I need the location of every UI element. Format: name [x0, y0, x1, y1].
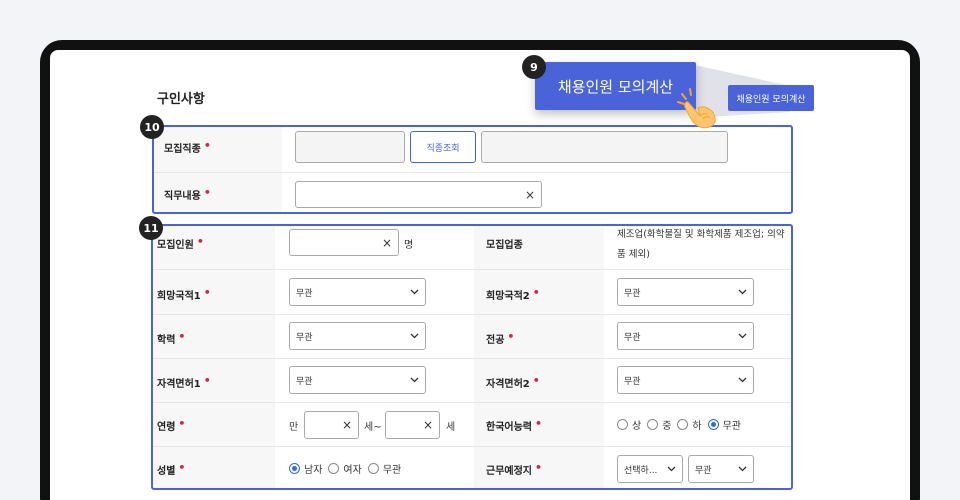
- license2-label: 자격면허2 •: [486, 374, 540, 390]
- section-title: 구인사항: [157, 92, 205, 107]
- workplace-region-select[interactable]: 선택하...: [617, 455, 683, 483]
- step-badge-9: 9: [522, 55, 546, 79]
- chevron-down-icon: [667, 466, 676, 472]
- headcount-unit: 명: [404, 240, 414, 251]
- license1-select[interactable]: 무관: [289, 366, 426, 394]
- radio-gender-any[interactable]: 무관: [367, 461, 401, 476]
- row-divider: [153, 269, 791, 270]
- screen: 구인사항 채용인원 모의계산 채용인원 모의계산 9 10 모집직종 • 직종조회…: [50, 50, 910, 500]
- age-prefix: 만: [289, 422, 299, 433]
- radio-gender-female[interactable]: 여자: [328, 461, 362, 476]
- job-description-label: 직무내용 •: [164, 186, 211, 202]
- education-label: 학력 •: [157, 330, 186, 346]
- age-label: 연령 •: [157, 417, 186, 433]
- license2-select[interactable]: 무관: [617, 366, 754, 394]
- chevron-down-icon: [738, 377, 747, 383]
- chevron-down-icon: [738, 466, 747, 472]
- row-divider: [154, 172, 791, 173]
- workplace-label: 근무예정지 •: [486, 461, 543, 477]
- industry-value-line1: 제조업(화학물질 및 화학제품 제조업; 의약: [617, 229, 785, 240]
- job-description-input[interactable]: ×: [295, 181, 542, 208]
- row-divider: [153, 358, 791, 359]
- row-divider: [153, 446, 791, 447]
- clear-icon[interactable]: ×: [382, 236, 392, 250]
- recruitment-details-box: [151, 224, 793, 490]
- clear-icon[interactable]: ×: [423, 418, 433, 432]
- row-divider: [153, 314, 791, 315]
- pointing-hand-icon: [677, 88, 716, 129]
- step-badge-11: 11: [139, 216, 163, 240]
- nationality1-select[interactable]: 무관: [289, 278, 426, 306]
- radio-korean-any[interactable]: 무관: [707, 417, 741, 432]
- license1-label: 자격면허1 •: [157, 374, 211, 390]
- job-code-input[interactable]: [295, 131, 405, 163]
- step-badge-10: 10: [140, 115, 164, 139]
- korean-level-label: 한국어능력 •: [486, 417, 543, 433]
- clear-icon[interactable]: ×: [525, 188, 535, 202]
- job-lookup-button[interactable]: 직종조회: [410, 131, 476, 163]
- age-min-input[interactable]: ×: [304, 411, 359, 439]
- chevron-down-icon: [410, 377, 419, 383]
- radio-korean-high[interactable]: 상: [617, 417, 641, 432]
- nationality2-select[interactable]: 무관: [617, 278, 754, 306]
- job-name-input[interactable]: [481, 131, 728, 163]
- age-suffix: 세: [446, 422, 456, 433]
- age-max-input[interactable]: ×: [385, 411, 440, 439]
- radio-korean-low[interactable]: 하: [677, 417, 702, 432]
- clear-icon[interactable]: ×: [342, 418, 352, 432]
- korean-level-radio-group: 상 중 하 무관: [617, 417, 741, 432]
- chevron-down-icon: [410, 289, 419, 295]
- major-select[interactable]: 무관: [617, 322, 754, 350]
- mock-calc-button[interactable]: 채용인원 모의계산: [728, 85, 814, 111]
- mock-calc-button-enlarged[interactable]: 채용인원 모의계산: [535, 62, 696, 110]
- workplace-district-select[interactable]: 무관: [688, 455, 754, 483]
- headcount-input[interactable]: ×: [289, 229, 399, 256]
- major-label: 전공 •: [486, 330, 515, 346]
- chevron-down-icon: [738, 333, 747, 339]
- industry-value-line2: 품 제외): [617, 249, 650, 260]
- nationality1-label: 희망국적1 •: [157, 286, 211, 302]
- chevron-down-icon: [410, 333, 419, 339]
- age-range-separator: 세~: [364, 422, 382, 433]
- education-select[interactable]: 무관: [289, 322, 426, 350]
- nationality2-label: 희망국적2 •: [486, 286, 540, 302]
- row-divider: [153, 402, 791, 403]
- headcount-label: 모집인원 •: [157, 235, 204, 251]
- job-type-label: 모집직종 •: [164, 139, 211, 155]
- chevron-down-icon: [738, 289, 747, 295]
- gender-radio-group: 남자 여자 무관: [289, 461, 401, 476]
- radio-gender-male[interactable]: 남자: [289, 461, 322, 476]
- radio-korean-mid[interactable]: 중: [647, 417, 671, 432]
- industry-label: 모집업종: [486, 240, 523, 251]
- gender-label: 성별 •: [157, 461, 186, 477]
